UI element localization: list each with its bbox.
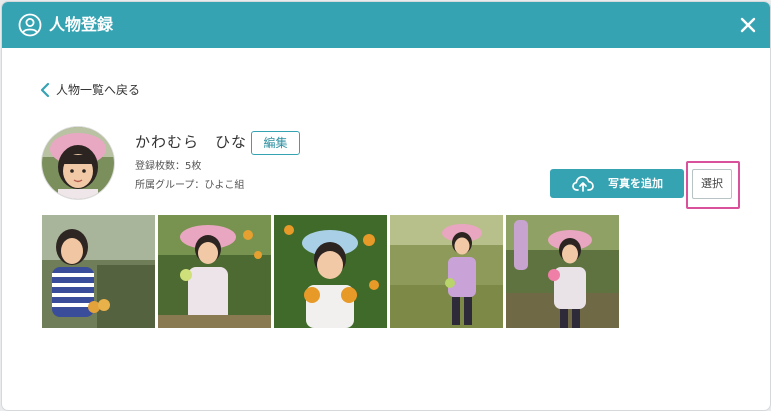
edit-button[interactable]: 編集 bbox=[251, 131, 300, 155]
back-to-person-list-link[interactable]: 人物一覧へ戻る bbox=[40, 80, 140, 100]
photo-thumbnail[interactable] bbox=[42, 215, 155, 328]
close-icon[interactable] bbox=[734, 11, 762, 39]
add-photo-label: 写真を追加 bbox=[608, 177, 663, 190]
photo-thumbnail[interactable] bbox=[158, 215, 271, 328]
select-button[interactable]: 選択 bbox=[692, 169, 732, 199]
person-registration-dialog: 人物登録 人物一覧へ戻る かわむら ひな 編集 登録枚数：5枚 所属グループ：ひ… bbox=[1, 1, 771, 411]
chevron-left-icon bbox=[40, 82, 50, 98]
photo-thumbnail[interactable] bbox=[274, 215, 387, 328]
avatar bbox=[42, 127, 114, 199]
back-link-label: 人物一覧へ戻る bbox=[56, 83, 141, 97]
registered-photo-count: 登録枚数：5枚 bbox=[135, 161, 202, 172]
group-affiliation: 所属グループ：ひよこ組 bbox=[135, 180, 245, 191]
photo-thumbnail[interactable] bbox=[390, 215, 503, 328]
add-photo-button[interactable]: 写真を追加 bbox=[550, 169, 684, 198]
person-circle-icon bbox=[18, 13, 42, 37]
cloud-upload-icon bbox=[572, 175, 594, 196]
dialog-titlebar: 人物登録 bbox=[2, 2, 770, 48]
person-name: かわむら ひな bbox=[135, 133, 248, 151]
dialog-title: 人物登録 bbox=[49, 15, 114, 34]
photo-thumbnail[interactable] bbox=[506, 215, 619, 328]
